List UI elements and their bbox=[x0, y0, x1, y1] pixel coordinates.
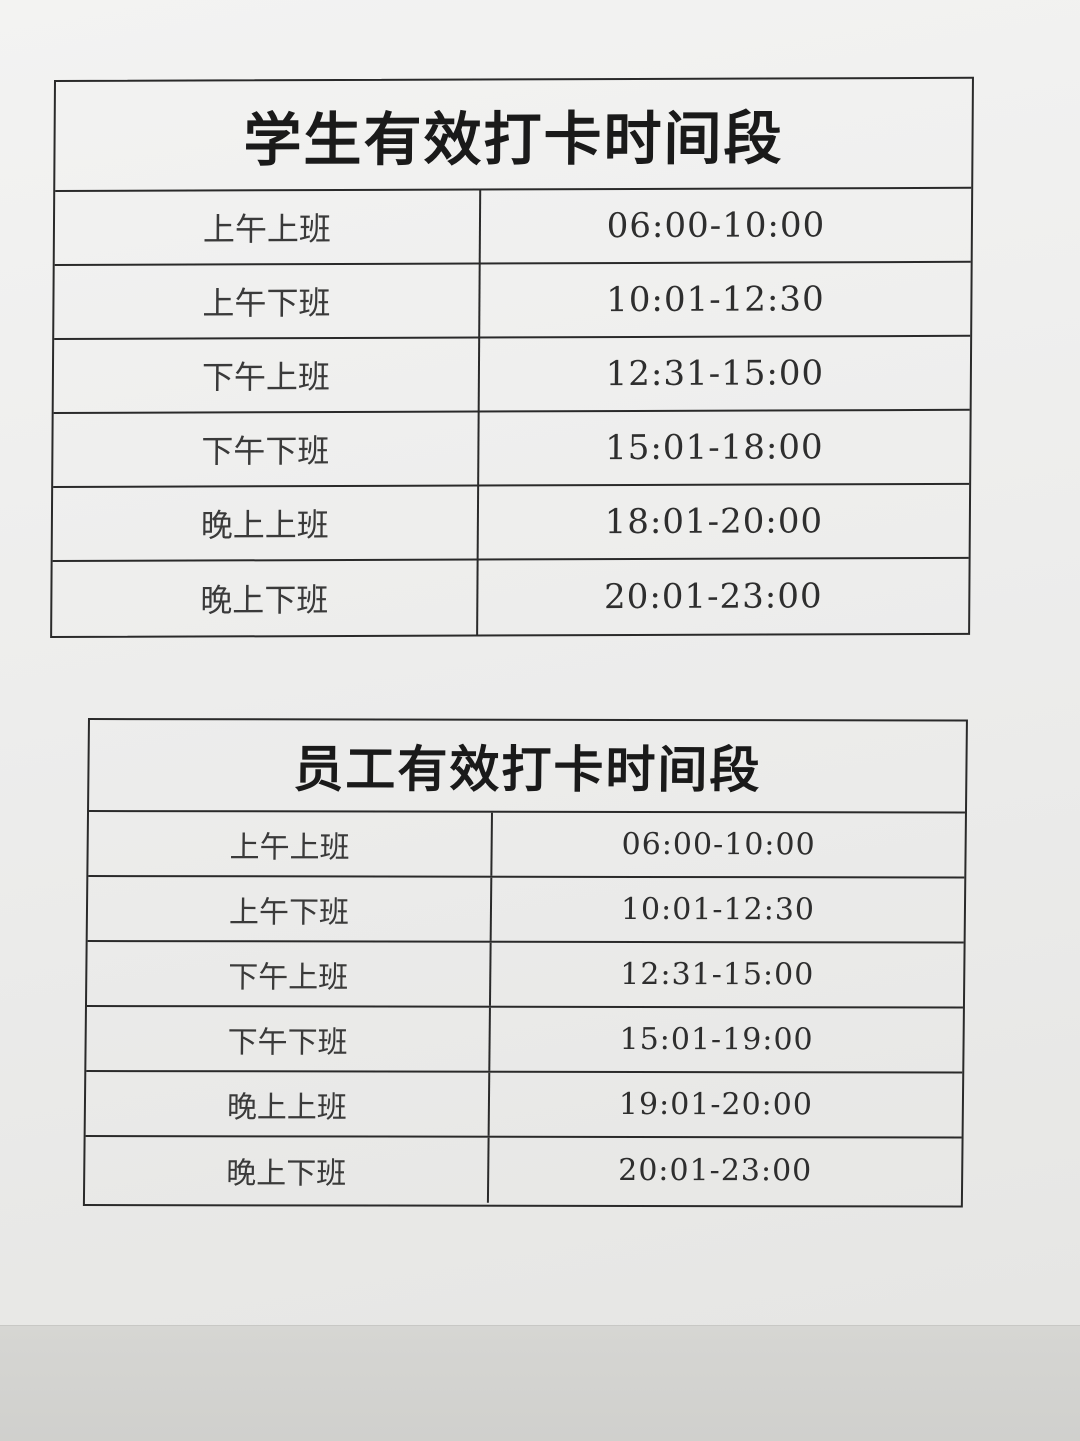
period-label: 晚上上班 bbox=[85, 1072, 491, 1136]
period-label: 下午下班 bbox=[53, 412, 480, 487]
time-range: 12:31-15:00 bbox=[605, 353, 825, 395]
period-label: 下午下班 bbox=[86, 1007, 491, 1071]
time-range: 12:31-15:00 bbox=[620, 956, 815, 993]
period-label: 晚上上班 bbox=[52, 486, 480, 561]
time-range: 06:00-10:00 bbox=[621, 826, 816, 863]
time-range: 06:00-10:00 bbox=[606, 205, 826, 247]
table-row: 上午上班 06:00-10:00 bbox=[54, 188, 972, 267]
student-schedule-title: 学生有效打卡时间段 bbox=[55, 78, 972, 192]
period-label: 晚上下班 bbox=[52, 560, 479, 637]
time-range: 15:01-19:00 bbox=[619, 1021, 814, 1058]
staff-schedule-table: 员工有效打卡时间段 上午上班 06:00-10:00 上午下班 10:01-12… bbox=[82, 718, 968, 1208]
background-surface bbox=[0, 1325, 1080, 1441]
time-range: 10:01-12:30 bbox=[620, 891, 816, 928]
table-row: 上午下班 10:01-12:30 bbox=[54, 262, 971, 341]
table-row: 下午下班 15:01-19:00 bbox=[86, 1007, 963, 1074]
period-label: 上午下班 bbox=[54, 264, 481, 339]
staff-schedule-title: 员工有效打卡时间段 bbox=[89, 720, 966, 814]
period-label: 上午下班 bbox=[87, 877, 493, 941]
time-range: 20:01-23:00 bbox=[603, 576, 823, 618]
time-range: 15:01-18:00 bbox=[605, 427, 824, 469]
period-label: 下午上班 bbox=[86, 942, 492, 1006]
period-label: 上午上班 bbox=[88, 812, 493, 876]
time-range: 18:01-20:00 bbox=[604, 501, 824, 543]
table-row: 晚上下班 20:01-23:00 bbox=[52, 559, 968, 637]
table-row: 上午下班 10:01-12:30 bbox=[87, 877, 965, 944]
table-row: 晚上下班 20:01-23:00 bbox=[84, 1137, 962, 1204]
time-range: 20:01-23:00 bbox=[618, 1152, 813, 1189]
table-row: 下午上班 12:31-15:00 bbox=[53, 336, 971, 415]
table-row: 晚上上班 18:01-20:00 bbox=[52, 484, 970, 563]
table-row: 晚上上班 19:01-20:00 bbox=[85, 1072, 963, 1139]
period-label: 上午上班 bbox=[54, 190, 482, 265]
table-row: 上午上班 06:00-10:00 bbox=[88, 812, 965, 879]
student-schedule-table: 学生有效打卡时间段 上午上班 06:00-10:00 上午下班 10:01-12… bbox=[50, 76, 974, 639]
period-label: 晚上下班 bbox=[84, 1137, 490, 1203]
table-row: 下午下班 15:01-18:00 bbox=[53, 410, 970, 489]
table-row: 下午上班 12:31-15:00 bbox=[86, 942, 964, 1009]
period-label: 下午上班 bbox=[53, 338, 481, 413]
time-range: 10:01-12:30 bbox=[606, 279, 825, 321]
time-range: 19:01-20:00 bbox=[618, 1086, 814, 1123]
